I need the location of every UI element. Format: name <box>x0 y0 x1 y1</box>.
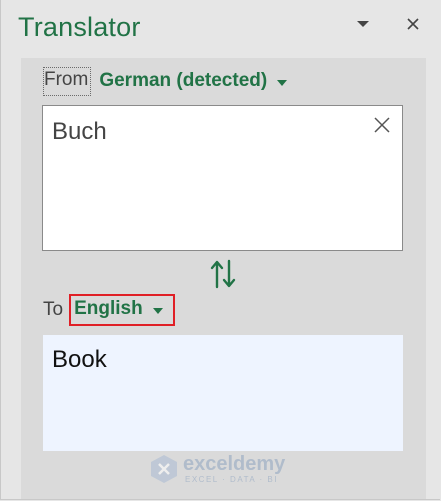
close-icon[interactable] <box>405 16 421 32</box>
to-label: To <box>43 299 64 320</box>
exceldemy-logo-icon <box>151 455 177 483</box>
from-label: From <box>43 66 92 96</box>
chevron-down-icon <box>152 307 163 314</box>
source-language-dropdown[interactable]: German (detected) <box>99 70 288 92</box>
watermark-name: exceldemy <box>183 453 286 475</box>
from-row: From German (detected) <box>43 65 288 97</box>
translated-text: Book <box>52 346 107 373</box>
to-row: To English <box>43 294 175 326</box>
target-language-label: English <box>74 298 143 319</box>
watermark-tagline: EXCEL · DATA · BI <box>185 475 278 484</box>
clear-text-icon[interactable] <box>373 116 391 134</box>
source-text: Buch <box>52 118 107 145</box>
chevron-down-icon <box>277 79 288 86</box>
source-text-input[interactable]: Buch <box>42 105 403 251</box>
swap-arrows-icon[interactable] <box>208 258 238 290</box>
target-language-dropdown[interactable]: English <box>69 294 175 326</box>
translation-output: Book <box>43 335 403 451</box>
source-language-label: German (detected) <box>99 70 268 91</box>
watermark-logo: exceldemy EXCEL · DATA · BI <box>149 453 299 489</box>
translator-pane: Translator From German (detected) Buch T… <box>0 0 440 500</box>
pane-options-caret-icon[interactable] <box>356 19 370 31</box>
pane-title: Translator <box>18 12 141 42</box>
